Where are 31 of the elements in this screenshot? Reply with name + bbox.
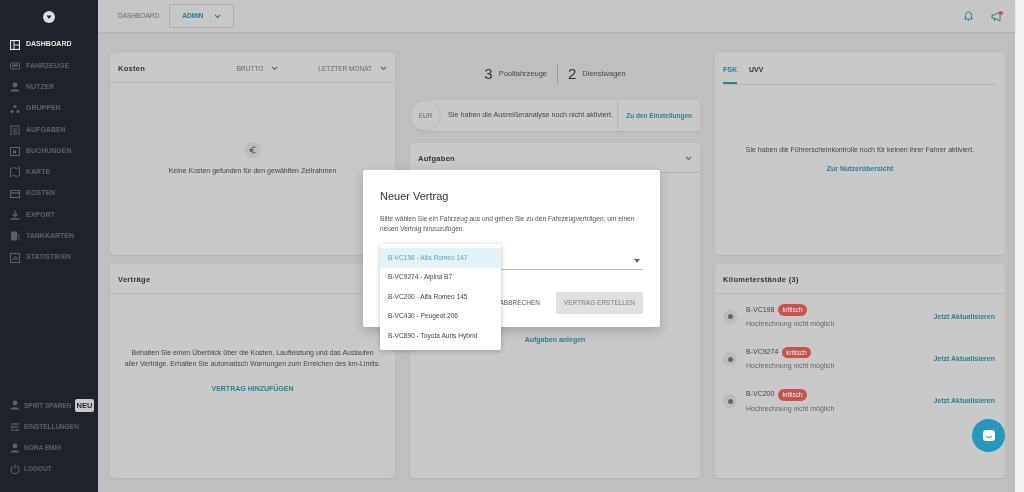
gauge-icon [723, 394, 737, 409]
group-icon [10, 103, 20, 114]
logo-icon [43, 11, 55, 23]
chevron-down-icon [380, 66, 387, 72]
gauge-icon [723, 352, 737, 367]
card-icon [10, 188, 20, 199]
euro-icon [244, 141, 261, 158]
pool-count: 3 [484, 63, 493, 84]
user-icon [10, 400, 20, 411]
user-icon [10, 443, 20, 454]
sliders-icon [10, 421, 20, 432]
dashboard-icon [10, 39, 20, 50]
chevron-down-icon [271, 66, 279, 72]
power-icon [10, 464, 20, 475]
caret-down-icon [634, 259, 640, 264]
download-icon [10, 210, 20, 220]
fuel-icon [10, 231, 20, 242]
clipboard-icon [10, 124, 20, 135]
user-icon [10, 82, 20, 93]
modal-title: Neuer Vertrag [380, 189, 450, 204]
scrollbar[interactable] [1015, 0, 1024, 492]
bell-icon [964, 11, 973, 21]
chevron-down-icon [685, 156, 692, 162]
gauge-icon [723, 309, 737, 324]
company-car-count: 2 [568, 63, 577, 84]
chart-icon [10, 252, 20, 263]
chevron-down-icon [213, 13, 221, 19]
map-icon [10, 167, 20, 178]
chat-icon [981, 429, 996, 442]
car-icon [10, 60, 20, 71]
calendar-icon [10, 146, 20, 157]
